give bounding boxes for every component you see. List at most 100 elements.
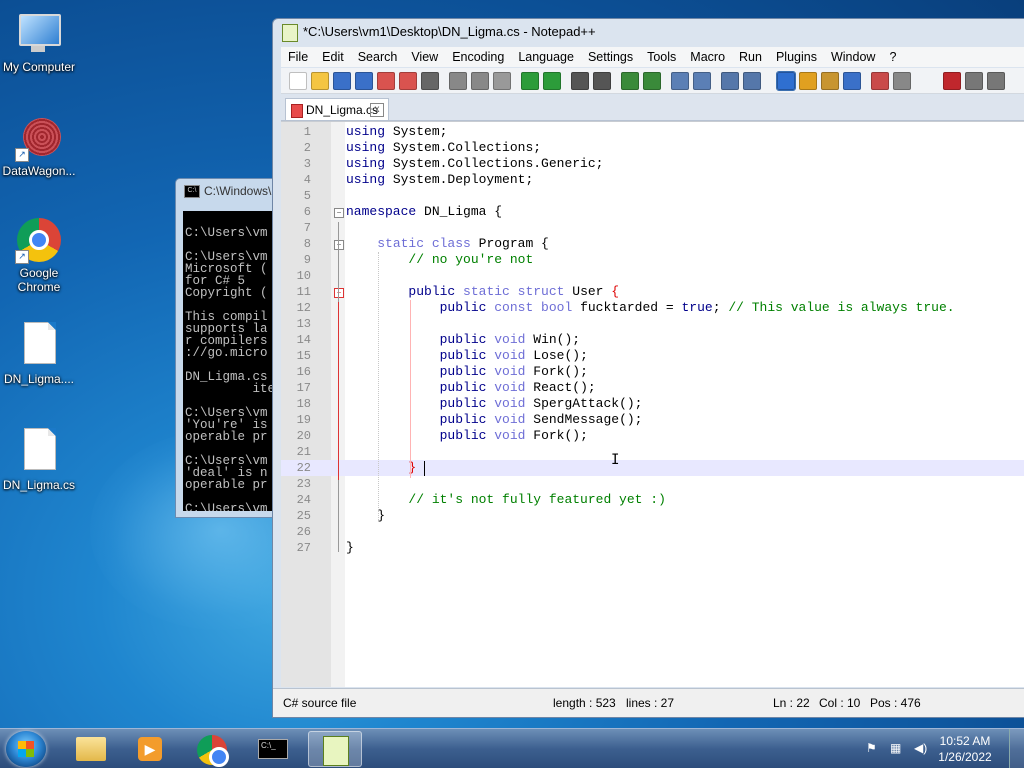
code-line[interactable]: 15 public void Lose(); — [281, 348, 1024, 364]
redo-icon[interactable] — [543, 72, 561, 90]
record-macro-icon[interactable] — [943, 72, 961, 90]
tab-close-icon[interactable]: x — [370, 103, 384, 117]
desktop-icon-datawagon[interactable]: ↗ DataWagon... — [0, 114, 78, 178]
code-line[interactable]: 5 — [281, 188, 1024, 204]
save-icon[interactable] — [333, 72, 351, 90]
word-wrap-icon[interactable] — [721, 72, 739, 90]
taskbar-media-player[interactable]: ▶ — [124, 731, 178, 767]
fold-toggle-icon[interactable]: − — [334, 240, 344, 250]
menu-tools[interactable]: Tools — [640, 47, 683, 67]
menu-plugins[interactable]: Plugins — [769, 47, 824, 67]
taskbar-notepadpp[interactable] — [308, 731, 362, 767]
taskbar-chrome[interactable] — [185, 731, 239, 767]
play-macro-icon[interactable] — [987, 72, 1005, 90]
copy-icon[interactable] — [471, 72, 489, 90]
cmd-window[interactable]: C:\ C:\Windows\ C:\Users\vm C:\Users\vm Mi… — [175, 178, 287, 518]
print-icon[interactable] — [421, 72, 439, 90]
cmd-titlebar[interactable]: C:\ C:\Windows\ — [176, 179, 286, 203]
udl-icon[interactable] — [799, 72, 817, 90]
volume-icon[interactable]: ◀) — [914, 741, 930, 757]
monitor-icon[interactable] — [893, 72, 911, 90]
cut-icon[interactable] — [449, 72, 467, 90]
code-line[interactable]: 19 public void SendMessage(); — [281, 412, 1024, 428]
code-line[interactable]: 12 public const bool fucktarded = true; … — [281, 300, 1024, 316]
code-text: // no you're not — [408, 252, 534, 267]
stop-macro-icon[interactable] — [965, 72, 983, 90]
code-line[interactable]: 27} — [281, 540, 1024, 556]
show-all-icon[interactable] — [743, 72, 761, 90]
cmd-title: C:\Windows\ — [204, 184, 272, 198]
taskbar-explorer[interactable] — [64, 731, 118, 767]
code-line[interactable]: 9 // no you're not — [281, 252, 1024, 268]
code-line[interactable]: 22 } — [281, 460, 1024, 476]
code-line[interactable]: 16 public void Fork(); — [281, 364, 1024, 380]
zoom-in-icon[interactable] — [621, 72, 639, 90]
menu-macro[interactable]: Macro — [683, 47, 732, 67]
desktop-icon-my-computer[interactable]: My Computer — [0, 10, 78, 74]
indent-guide-icon[interactable] — [776, 71, 796, 91]
close-icon[interactable] — [377, 72, 395, 90]
code-line[interactable]: 26 — [281, 524, 1024, 540]
code-line[interactable]: 8 static class Program { — [281, 236, 1024, 252]
code-line[interactable]: 24 // it's not fully featured yet :) — [281, 492, 1024, 508]
desktop-icon-dn-ligma-1[interactable]: DN_Ligma.... — [0, 322, 78, 386]
npp-titlebar[interactable]: *C:\Users\vm1\Desktop\DN_Ligma.cs - Note… — [273, 19, 1024, 45]
cmd-console-output[interactable]: C:\Users\vm C:\Users\vm Microsoft (for C# … — [183, 211, 286, 511]
start-button[interactable] — [6, 731, 46, 767]
save-all-icon[interactable] — [355, 72, 373, 90]
func-list-icon[interactable] — [843, 72, 861, 90]
folder-workspace-icon[interactable] — [871, 72, 889, 90]
menu-help[interactable]: ? — [882, 47, 903, 67]
clock[interactable]: 10:52 AM 1/26/2022 — [930, 733, 1000, 765]
code-line[interactable]: 14 public void Win(); — [281, 332, 1024, 348]
sync-v-icon[interactable] — [671, 72, 689, 90]
code-line[interactable]: 20 public void Fork(); — [281, 428, 1024, 444]
menu-file[interactable]: File — [281, 47, 315, 67]
fold-toggle-icon[interactable]: − — [334, 288, 344, 298]
menu-window[interactable]: Window — [824, 47, 882, 67]
zoom-out-icon[interactable] — [643, 72, 661, 90]
fold-toggle-icon[interactable]: − — [334, 208, 344, 218]
desktop-icon-dn-ligma-cs[interactable]: DN_Ligma.cs — [0, 428, 78, 492]
action-center-icon[interactable]: ⚑ — [866, 741, 882, 757]
code-line[interactable]: 17 public void React(); — [281, 380, 1024, 396]
close-all-icon[interactable] — [399, 72, 417, 90]
taskbar-cmd[interactable]: C:\_ — [246, 731, 300, 767]
code-line[interactable]: 3 using System.Collections.Generic; — [281, 156, 1024, 172]
menu-search[interactable]: Search — [351, 47, 405, 67]
menu-language[interactable]: Language — [511, 47, 581, 67]
tab-dn-ligma-cs[interactable]: DN_Ligma.cs x — [285, 98, 389, 120]
code-line[interactable]: 1 using System; — [281, 124, 1024, 140]
find-icon[interactable] — [571, 72, 589, 90]
line-number: 24 — [296, 493, 311, 507]
code-line[interactable]: 6 namespace DN_Ligma { — [281, 204, 1024, 220]
new-icon[interactable] — [289, 72, 307, 90]
notepadpp-window[interactable]: *C:\Users\vm1\Desktop\DN_Ligma.cs - Note… — [272, 18, 1024, 718]
open-icon[interactable] — [311, 72, 329, 90]
desktop-icon-google-chrome[interactable]: ↗ Google Chrome — [0, 216, 78, 294]
code-line[interactable]: 7 — [281, 220, 1024, 236]
menu-settings[interactable]: Settings — [581, 47, 640, 67]
code-line[interactable]: 18 public void SpergAttack(); — [281, 396, 1024, 412]
paste-icon[interactable] — [493, 72, 511, 90]
sync-h-icon[interactable] — [693, 72, 711, 90]
code-line[interactable]: 13 — [281, 316, 1024, 332]
show-desktop-button[interactable] — [1009, 729, 1024, 768]
line-number: 11 — [296, 285, 311, 299]
code-line[interactable]: 4 using System.Deployment; — [281, 172, 1024, 188]
menu-encoding[interactable]: Encoding — [445, 47, 511, 67]
code-editor[interactable]: 1 using System; 2 using System.Collections;… — [281, 121, 1024, 687]
code-line[interactable]: 11 public static struct User { — [281, 284, 1024, 300]
doc-map-icon[interactable] — [821, 72, 839, 90]
code-line[interactable]: 25 } — [281, 508, 1024, 524]
menu-view[interactable]: View — [404, 47, 445, 67]
replace-icon[interactable] — [593, 72, 611, 90]
undo-icon[interactable] — [521, 72, 539, 90]
code-line[interactable]: 10 — [281, 268, 1024, 284]
code-line[interactable]: 23 — [281, 476, 1024, 492]
code-line[interactable]: 21 — [281, 444, 1024, 460]
menu-run[interactable]: Run — [732, 47, 769, 67]
code-line[interactable]: 2 using System.Collections; — [281, 140, 1024, 156]
network-icon[interactable]: ▦ — [890, 741, 906, 757]
menu-edit[interactable]: Edit — [315, 47, 351, 67]
